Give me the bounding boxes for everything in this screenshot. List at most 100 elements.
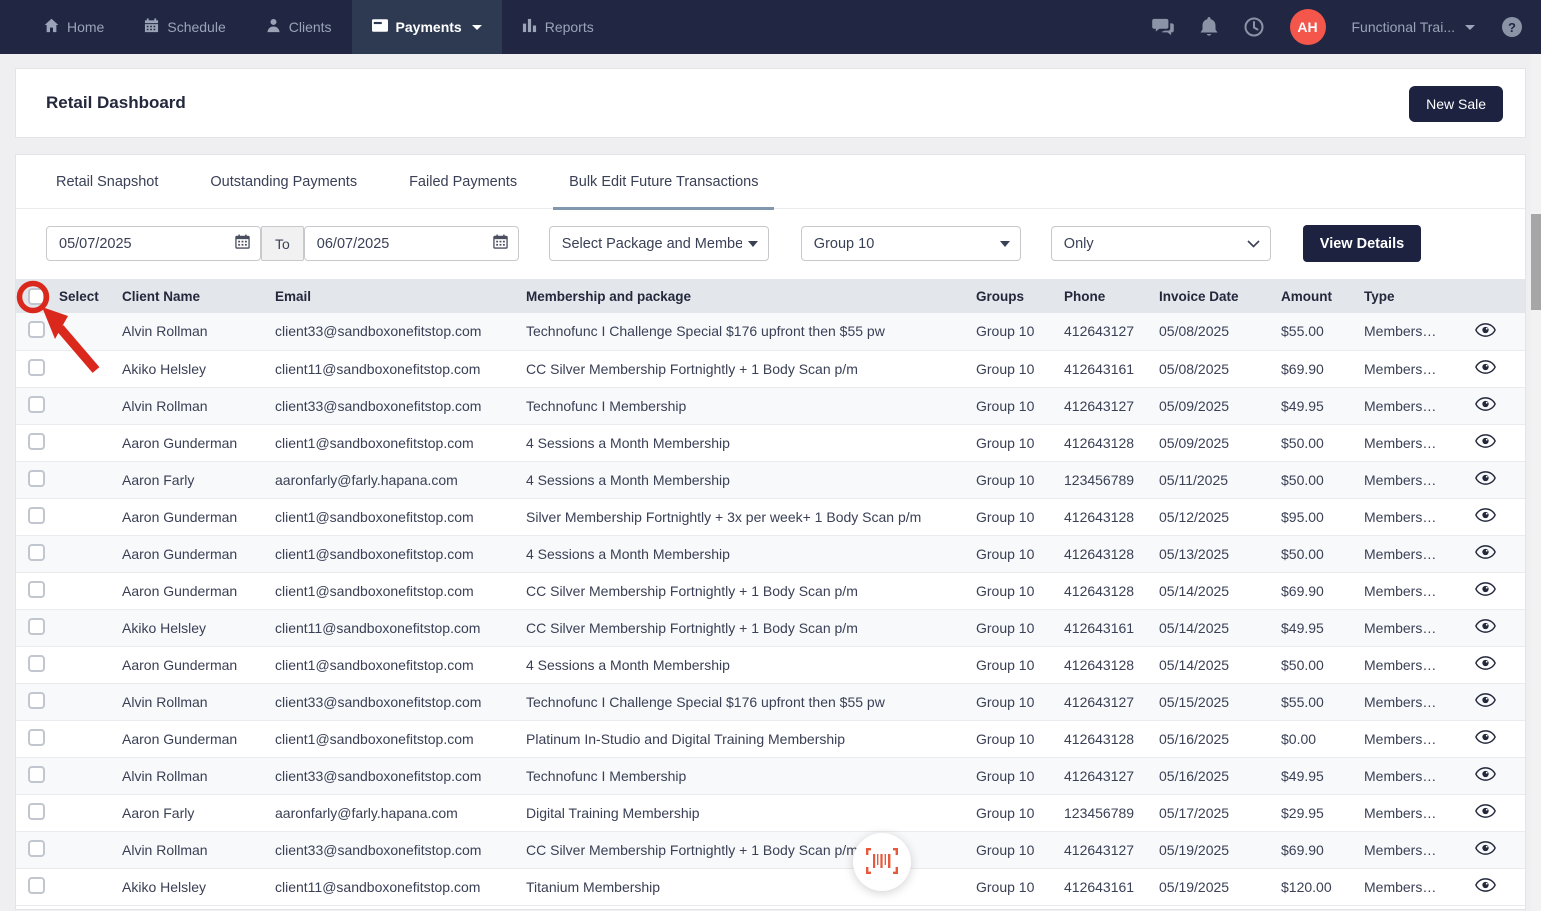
barcode-scan-button[interactable] (853, 833, 911, 891)
cell-email: client1@sandboxonefitstop.com (275, 646, 526, 683)
view-row-eye-icon[interactable] (1471, 543, 1500, 564)
cell-invoice-date: 05/12/2025 (1159, 498, 1281, 535)
view-row-eye-icon[interactable] (1471, 654, 1500, 675)
cell-type: Membership (1364, 535, 1446, 572)
row-checkbox[interactable] (28, 544, 45, 561)
view-row-eye-icon[interactable] (1471, 802, 1500, 823)
cell-email: client1@sandboxonefitstop.com (275, 498, 526, 535)
view-row-eye-icon[interactable] (1471, 617, 1500, 638)
view-row-eye-icon[interactable] (1471, 839, 1500, 860)
row-checkbox[interactable] (28, 433, 45, 450)
cell-phone: 123456789 (1064, 461, 1159, 498)
page-scrollbar-track[interactable] (1531, 54, 1541, 911)
select-all-checkbox[interactable] (28, 288, 45, 305)
view-row-eye-icon[interactable] (1471, 691, 1500, 712)
cell-invoice-date: 05/14/2025 (1159, 646, 1281, 683)
nav-item-clients[interactable]: Clients (246, 0, 352, 54)
row-checkbox[interactable] (28, 396, 45, 413)
cell-type: Membership (1364, 646, 1446, 683)
cell-invoice-date: 05/09/2025 (1159, 387, 1281, 424)
cell-membership: CC Silver Membership Fortnightly + 1 Bod… (526, 572, 976, 609)
row-checkbox[interactable] (28, 618, 45, 635)
cell-client-name: Alvin Rollman (122, 387, 275, 424)
cell-invoice-date: 05/11/2025 (1159, 461, 1281, 498)
view-row-eye-icon[interactable] (1471, 765, 1500, 786)
nav-left: Home Schedule Clients Payments Reports (24, 0, 614, 54)
status-select[interactable]: Only (1051, 226, 1271, 261)
cell-email: aaronfarly@farly.hapana.com (275, 461, 526, 498)
table-row: Aaron Gunderman client1@sandboxonefitsto… (16, 424, 1525, 461)
page-scrollbar-thumb[interactable] (1531, 214, 1541, 310)
cell-invoice-date: 05/17/2025 (1159, 794, 1281, 831)
cell-client-name: Alvin Rollman (122, 313, 275, 350)
view-row-eye-icon[interactable] (1471, 469, 1500, 490)
view-row-eye-icon[interactable] (1471, 506, 1500, 527)
nav-item-payments[interactable]: Payments (352, 0, 502, 54)
table-row: Akiko Helsley client11@sandboxonefitstop… (16, 609, 1525, 646)
filter-bar: 05/07/2025 To 06/07/2025 Select Package … (16, 209, 1525, 279)
row-checkbox[interactable] (28, 766, 45, 783)
cell-group: Group 10 (976, 794, 1064, 831)
tab-label: Failed Payments (409, 174, 517, 190)
view-row-eye-icon[interactable] (1471, 321, 1500, 342)
cell-amount: $69.90 (1281, 572, 1364, 609)
row-checkbox[interactable] (28, 729, 45, 746)
cell-amount: $55.00 (1281, 313, 1364, 350)
view-row-eye-icon[interactable] (1471, 580, 1500, 601)
new-sale-button[interactable]: New Sale (1409, 86, 1503, 122)
main-card: Retail Snapshot Outstanding Payments Fai… (15, 154, 1526, 910)
package-membership-dropdown[interactable]: Select Package and Membership (549, 226, 769, 261)
cell-client-name: Akiko Helsley (122, 350, 275, 387)
view-row-eye-icon[interactable] (1471, 395, 1500, 416)
view-details-button[interactable]: View Details (1303, 225, 1421, 262)
clock-icon[interactable] (1244, 17, 1264, 37)
group-dropdown[interactable]: Group 10 (801, 226, 1021, 261)
calendar-icon[interactable] (493, 234, 508, 253)
cell-type: Membership (1364, 868, 1446, 905)
calendar-icon[interactable] (235, 234, 250, 253)
cell-membership: Technofunc I Challenge Special $176 upfr… (526, 313, 976, 350)
table-row: Aaron Farly aaronfarly@farly.hapana.com … (16, 461, 1525, 498)
credit-card-icon (372, 19, 388, 35)
view-row-eye-icon[interactable] (1471, 728, 1500, 749)
nav-item-home[interactable]: Home (24, 0, 124, 54)
cell-membership: 4 Sessions a Month Membership (526, 535, 976, 572)
view-row-eye-icon[interactable] (1471, 432, 1500, 453)
date-from-input[interactable]: 05/07/2025 (46, 226, 261, 261)
cell-client-name: Aaron Gunderman (122, 720, 275, 757)
row-checkbox[interactable] (28, 507, 45, 524)
cell-invoice-date: 05/08/2025 (1159, 313, 1281, 350)
row-checkbox[interactable] (28, 803, 45, 820)
row-checkbox[interactable] (28, 877, 45, 894)
tab-outstanding-payments[interactable]: Outstanding Payments (200, 155, 367, 208)
table-row: Alvin Rollman client33@sandboxonefitstop… (16, 757, 1525, 794)
row-checkbox[interactable] (28, 692, 45, 709)
cell-amount: $120.00 (1281, 868, 1364, 905)
tab-retail-snapshot[interactable]: Retail Snapshot (46, 155, 168, 208)
chat-icon[interactable] (1152, 18, 1174, 36)
account-menu[interactable]: Functional Trai... (1352, 19, 1476, 35)
table-row: Aaron Gunderman client1@sandboxonefitsto… (16, 720, 1525, 757)
row-checkbox[interactable] (28, 359, 45, 376)
nav-item-schedule[interactable]: Schedule (124, 0, 245, 54)
help-icon[interactable]: ? (1501, 16, 1523, 38)
cell-membership: Technofunc I Membership (526, 757, 976, 794)
table-row: Alvin Rollman client33@sandboxonefitstop… (16, 313, 1525, 350)
cell-type: Membership (1364, 683, 1446, 720)
row-checkbox[interactable] (28, 581, 45, 598)
bell-icon[interactable] (1200, 17, 1218, 37)
view-row-eye-icon[interactable] (1471, 358, 1500, 379)
row-checkbox[interactable] (28, 655, 45, 672)
cell-type: Membership (1364, 313, 1446, 350)
tab-bulk-edit-future-transactions[interactable]: Bulk Edit Future Transactions (559, 155, 768, 208)
row-checkbox[interactable] (28, 470, 45, 487)
nav-item-label: Home (67, 19, 104, 35)
row-checkbox[interactable] (28, 840, 45, 857)
nav-item-reports[interactable]: Reports (502, 0, 614, 54)
row-checkbox[interactable] (28, 321, 45, 338)
tab-failed-payments[interactable]: Failed Payments (399, 155, 527, 208)
date-to-input[interactable]: 06/07/2025 (304, 226, 519, 261)
view-row-eye-icon[interactable] (1471, 876, 1500, 897)
column-header-type: Type (1364, 279, 1446, 313)
avatar[interactable]: AH (1290, 9, 1326, 45)
